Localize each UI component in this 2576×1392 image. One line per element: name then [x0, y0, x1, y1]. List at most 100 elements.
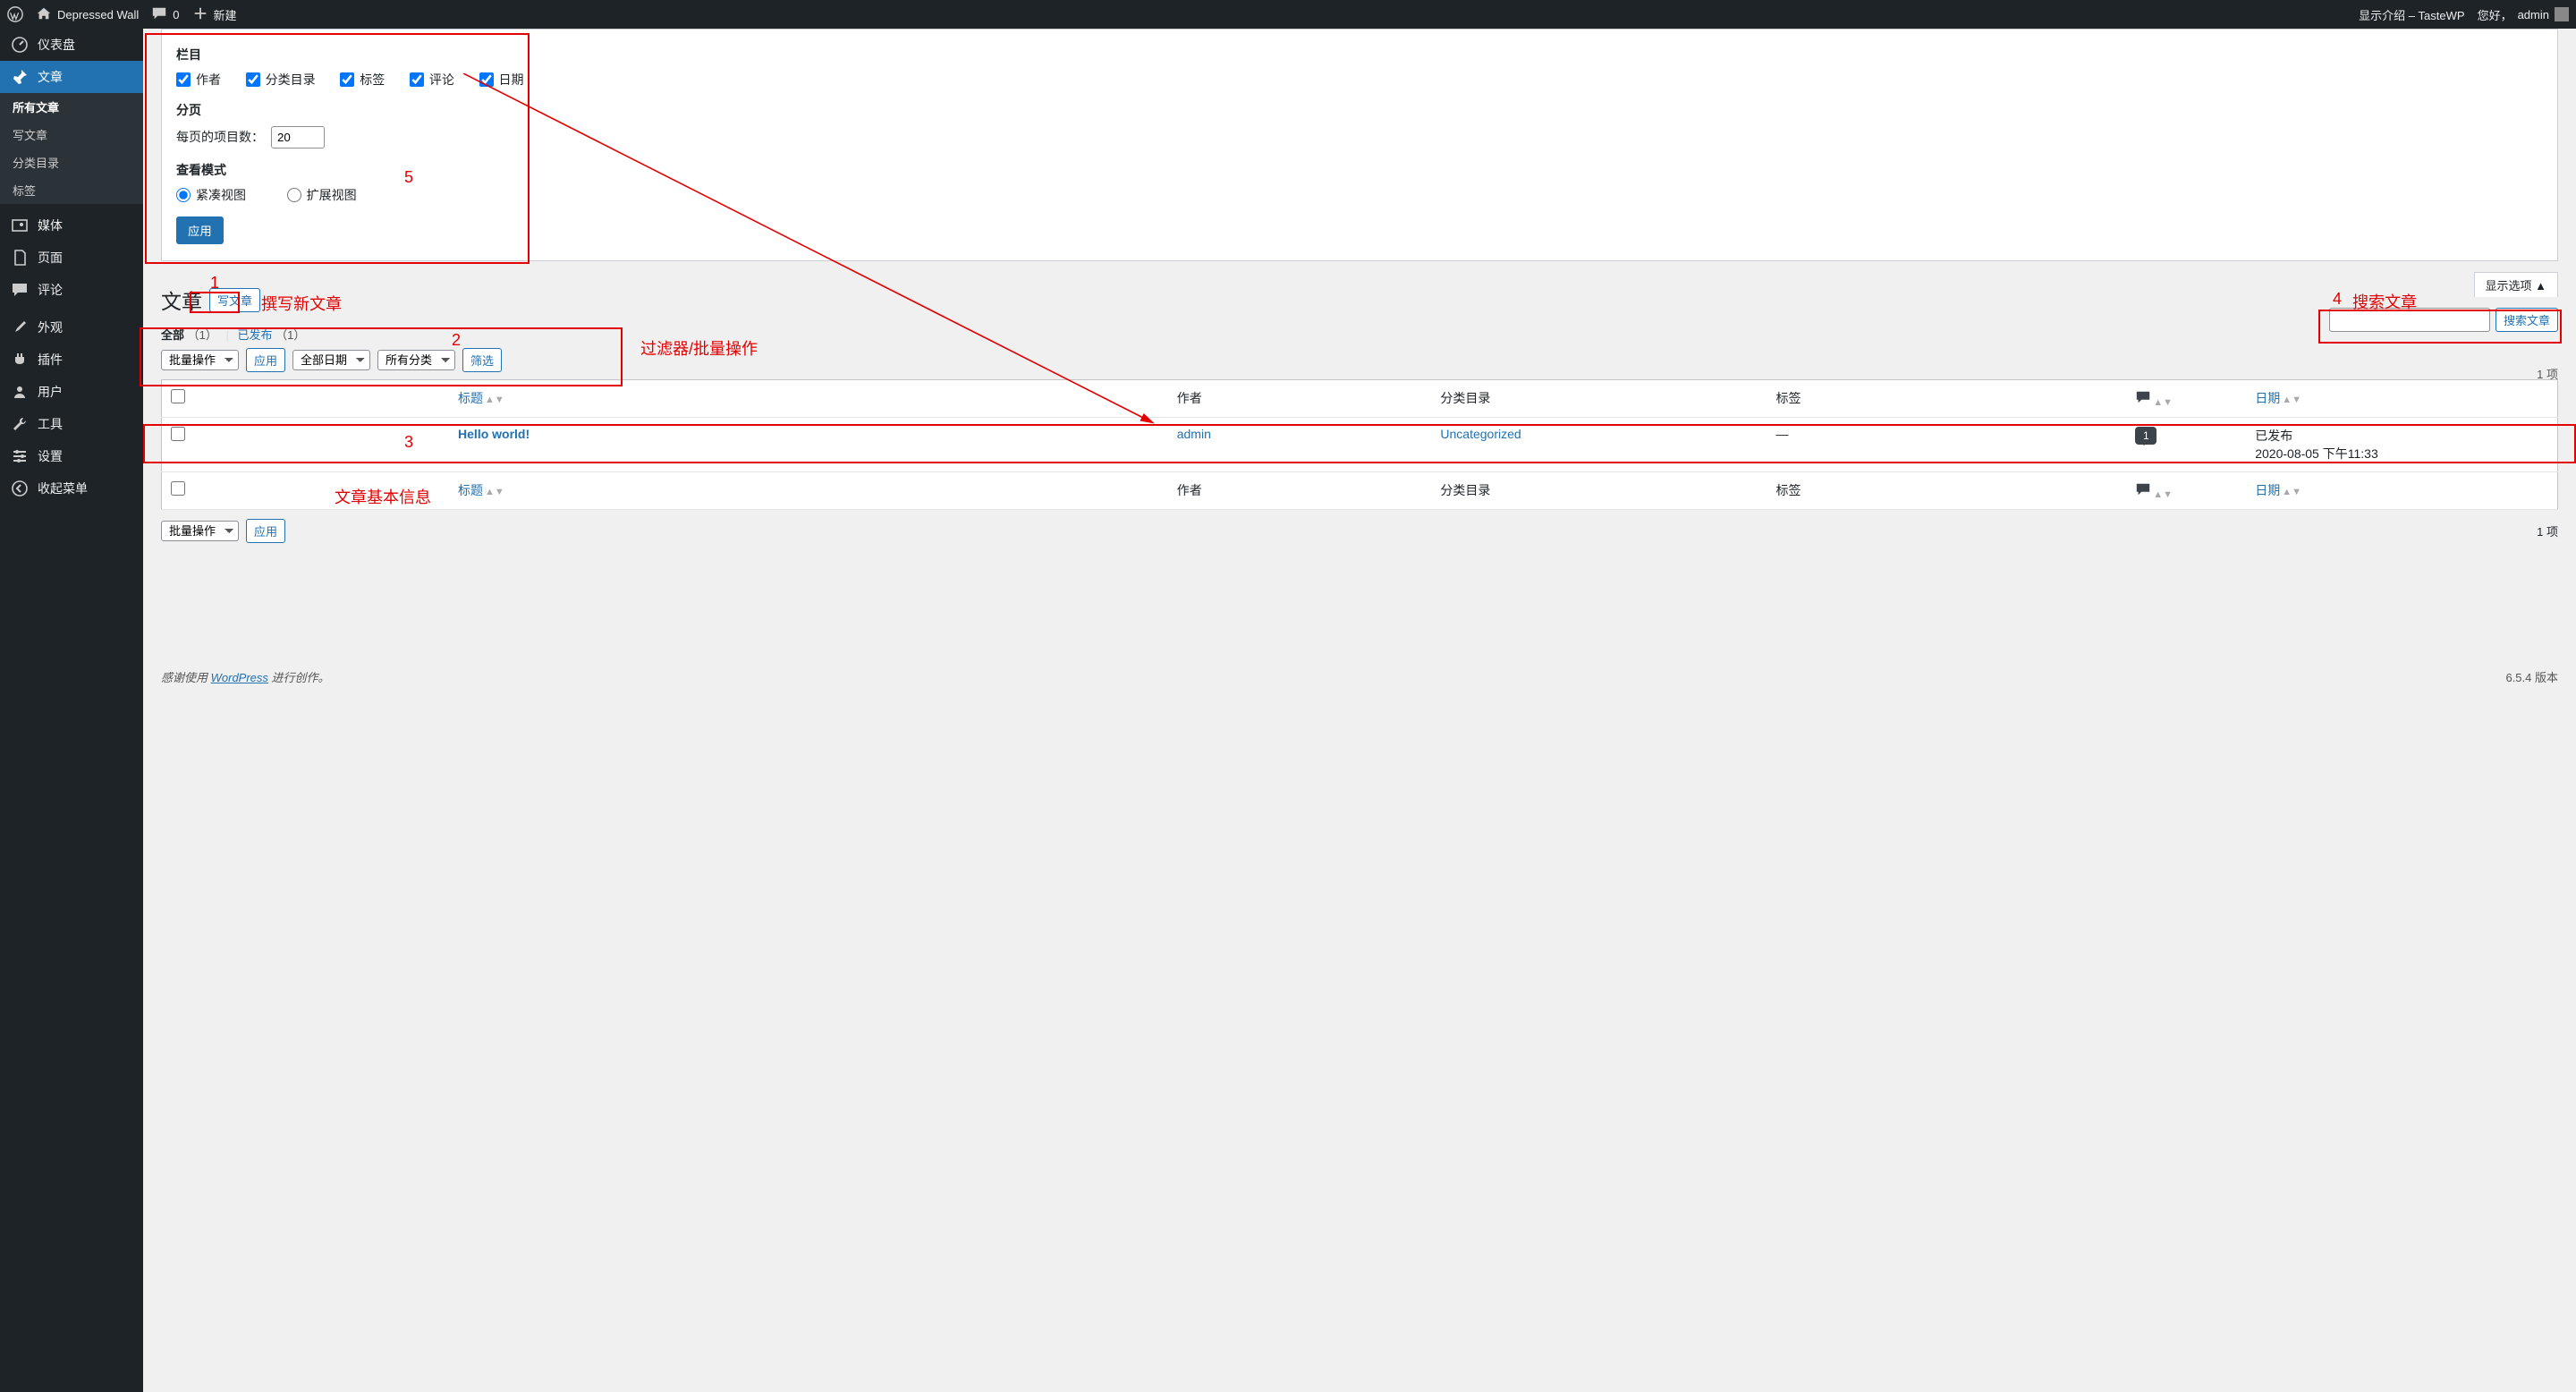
category-filter-select[interactable]: 所有分类 [377, 350, 455, 370]
bulk-action-select-bottom[interactable]: 批量操作 [161, 521, 239, 541]
per-page-input[interactable] [271, 126, 325, 149]
bottom-bulk-actions: 批量操作 应用 1 项 [161, 519, 2558, 543]
th-date[interactable]: 日期 [2255, 391, 2280, 405]
new-content-link[interactable]: 新建 [192, 5, 237, 24]
th-title[interactable]: 标题 [458, 391, 483, 405]
paging-legend: 分页 [176, 101, 201, 119]
wordpress-logo[interactable] [7, 6, 23, 22]
view-legend: 查看模式 [176, 161, 226, 179]
site-home-link[interactable]: Depressed Wall [36, 5, 139, 24]
posts-table: 标题▲▼ 作者 分类目录 标签 ▲▼ 日期▲▼ Hello world! adm… [161, 379, 2558, 510]
menu-comments[interactable]: 评论 [0, 274, 143, 306]
col-date-toggle[interactable]: 日期 [479, 72, 524, 87]
tf-title[interactable]: 标题 [458, 483, 483, 497]
table-footer-row: 标题▲▼ 作者 分类目录 标签 ▲▼ 日期▲▼ [162, 472, 2558, 510]
items-count-top: 1 项 [2537, 365, 2558, 382]
tf-date[interactable]: 日期 [2255, 483, 2280, 497]
items-count-bottom: 1 项 [2537, 522, 2558, 539]
select-all-checkbox[interactable] [171, 389, 185, 403]
view-extended-radio[interactable]: 扩展视图 [287, 188, 357, 202]
screen-options-panel: 栏目 作者 分类目录 标签 评论 日期 分页 每页的项目数： 查看模式 紧凑视图… [161, 29, 2558, 261]
filter-button[interactable]: 筛选 [462, 348, 502, 372]
bulk-apply-button-bottom[interactable]: 应用 [246, 519, 285, 543]
col-categories-toggle[interactable]: 分类目录 [246, 72, 316, 87]
date-filter-select[interactable]: 全部日期 [292, 350, 370, 370]
row-checkbox[interactable] [171, 427, 185, 441]
chevron-left-icon [11, 480, 29, 497]
site-name: Depressed Wall [57, 8, 139, 21]
menu-users[interactable]: 用户 [0, 376, 143, 408]
col-tags-toggle[interactable]: 标签 [340, 72, 385, 87]
table-header-row: 标题▲▼ 作者 分类目录 标签 ▲▼ 日期▲▼ [162, 380, 2558, 418]
gauge-icon [11, 36, 29, 54]
menu-appearance[interactable]: 外观 [0, 311, 143, 344]
comment-icon [11, 281, 29, 299]
paging-fieldset: 分页 每页的项目数： [176, 101, 2543, 149]
version-label: 6.5.4 版本 [2505, 668, 2558, 685]
post-comment-count[interactable]: 1 [2135, 427, 2157, 445]
menu-collapse[interactable]: 收起菜单 [0, 472, 143, 505]
my-account[interactable]: 您好， admin [2478, 6, 2569, 23]
menu-settings[interactable]: 设置 [0, 440, 143, 472]
wrench-icon [11, 415, 29, 433]
select-all-checkbox-footer[interactable] [171, 481, 185, 496]
page-title: 文章 [161, 284, 202, 315]
sort-icon: ▲▼ [2282, 395, 2301, 405]
page-heading: 文章 写文章 [161, 284, 2558, 315]
menu-posts[interactable]: 文章 [0, 61, 143, 93]
brush-icon [11, 318, 29, 336]
screen-options-toggle[interactable]: 显示选项 ▲ [2474, 272, 2558, 297]
columns-legend: 栏目 [176, 46, 201, 64]
avatar [2555, 7, 2569, 21]
sort-icon: ▲▼ [485, 395, 504, 405]
post-date-cell: 已发布2020-08-05 下午11:33 [2246, 418, 2557, 472]
home-icon [36, 5, 52, 24]
greeting: 您好， [2478, 6, 2512, 23]
submenu-categories[interactable]: 分类目录 [0, 149, 143, 176]
plus-icon [192, 5, 208, 24]
user-icon [11, 383, 29, 401]
col-comments-toggle[interactable]: 评论 [410, 72, 454, 87]
user-name: admin [2518, 8, 2549, 21]
page-icon [11, 249, 29, 267]
add-new-post-button[interactable]: 写文章 [209, 288, 260, 312]
filter-all[interactable]: 全部 [161, 328, 184, 342]
view-mode-fieldset: 查看模式 紧凑视图 扩展视图 [176, 161, 2543, 204]
bulk-action-select[interactable]: 批量操作 [161, 350, 239, 370]
menu-pages[interactable]: 页面 [0, 242, 143, 274]
menu-media[interactable]: 媒体 [0, 209, 143, 242]
admin-sidebar: 仪表盘 文章 所有文章 写文章 分类目录 标签 媒体 页面 评论 外观 插件 用… [0, 29, 143, 1392]
search-button[interactable]: 搜索文章 [2496, 308, 2558, 332]
table-row: Hello world! admin Uncategorized — 1 已发布… [162, 418, 2558, 472]
submenu-new-post[interactable]: 写文章 [0, 121, 143, 149]
menu-tools[interactable]: 工具 [0, 408, 143, 440]
posts-submenu: 所有文章 写文章 分类目录 标签 [0, 93, 143, 204]
post-author-link[interactable]: admin [1177, 427, 1211, 441]
media-icon [11, 216, 29, 234]
plug-icon [11, 351, 29, 369]
filter-published[interactable]: 已发布 [238, 328, 273, 342]
wordpress-link[interactable]: WordPress [211, 671, 268, 684]
submenu-all-posts[interactable]: 所有文章 [0, 93, 143, 121]
post-title-link[interactable]: Hello world! [458, 427, 530, 441]
admin-bar: Depressed Wall 0 新建 显示介绍 – TasteWP 您好， a… [0, 0, 2576, 29]
view-compact-radio[interactable]: 紧凑视图 [176, 188, 246, 202]
th-tags: 标签 [1767, 380, 2126, 418]
submenu-tags[interactable]: 标签 [0, 176, 143, 204]
menu-plugins[interactable]: 插件 [0, 344, 143, 376]
comment-icon [2135, 481, 2151, 497]
menu-dashboard[interactable]: 仪表盘 [0, 29, 143, 61]
columns-fieldset: 栏目 作者 分类目录 标签 评论 日期 [176, 46, 2543, 89]
per-page-label: 每页的项目数： [176, 130, 325, 144]
bulk-apply-button[interactable]: 应用 [246, 348, 285, 372]
comments-link[interactable]: 0 [151, 5, 179, 24]
col-author-toggle[interactable]: 作者 [176, 72, 221, 87]
screen-options-apply-button[interactable]: 应用 [176, 216, 224, 244]
comments-count: 0 [173, 8, 179, 21]
post-category-link[interactable]: Uncategorized [1440, 427, 1521, 441]
post-tags: — [1767, 418, 2126, 472]
sliders-icon [11, 447, 29, 465]
comment-icon [151, 5, 167, 24]
search-input[interactable] [2329, 308, 2490, 332]
promo-link[interactable]: 显示介绍 – TasteWP [2359, 6, 2464, 23]
